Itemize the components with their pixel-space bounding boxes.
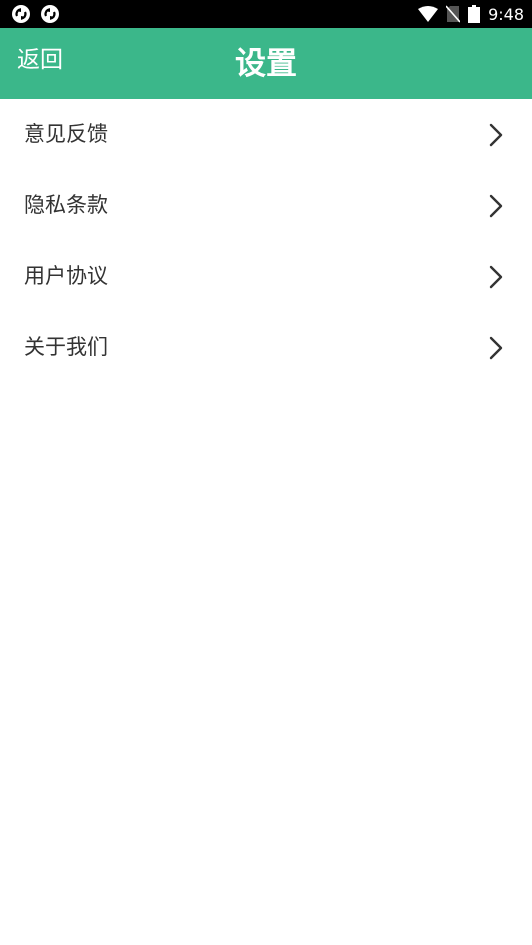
wifi-icon <box>418 6 439 22</box>
menu-item-about[interactable]: 关于我们 <box>0 312 532 383</box>
status-bar: 9:48 <box>0 0 532 28</box>
status-system-icons: 9:48 <box>410 3 524 25</box>
chevron-right-icon <box>489 194 503 218</box>
back-button[interactable]: 返回 <box>17 28 63 99</box>
menu-item-user-agreement[interactable]: 用户协议 <box>0 241 532 312</box>
status-notifications <box>11 4 69 24</box>
menu-item-label: 意见反馈 <box>24 122 108 146</box>
sync-app-icon <box>12 5 30 23</box>
chevron-right-icon <box>489 336 503 360</box>
menu-item-privacy[interactable]: 隐私条款 <box>0 170 532 241</box>
chevron-right-icon <box>489 265 503 289</box>
app-bar: 设置 返回 <box>0 28 532 99</box>
chevron-right-icon <box>489 123 503 147</box>
battery-icon <box>468 5 481 23</box>
sync-app-icon <box>41 5 59 23</box>
menu-item-label: 隐私条款 <box>24 193 108 217</box>
menu-item-label: 用户协议 <box>24 264 108 288</box>
menu-item-feedback[interactable]: 意见反馈 <box>0 99 532 170</box>
menu-item-label: 关于我们 <box>24 335 108 359</box>
status-time: 9:48 <box>488 4 524 24</box>
page-title: 设置 <box>235 46 297 82</box>
settings-menu: 意见反馈 隐私条款 用户协议 关于我们 <box>0 99 532 383</box>
no-sim-icon <box>446 5 461 23</box>
